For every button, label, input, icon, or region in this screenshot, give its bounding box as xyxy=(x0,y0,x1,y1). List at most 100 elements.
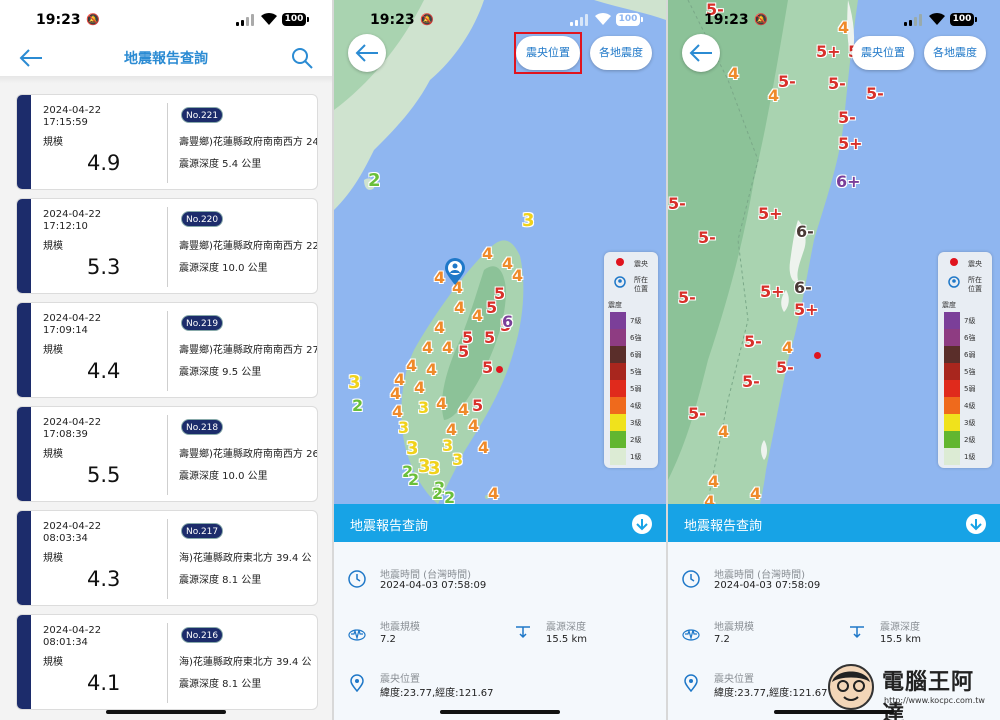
intensity-swatch xyxy=(610,431,626,448)
wifi-icon xyxy=(595,12,611,25)
intensity-label: 5- xyxy=(744,332,762,351)
status-bar: 19:23 🔕 100 xyxy=(668,0,1000,40)
epicenter-dot-icon xyxy=(950,258,958,266)
intensity-level-label: 7級 xyxy=(630,317,642,325)
intensity-level-label: 5弱 xyxy=(630,385,642,393)
magnitude-label: 規模 xyxy=(43,345,63,356)
home-indicator xyxy=(106,710,226,714)
comparison-screenshot: 19:23 🔕 100 地震報告查詢 2024-04-22 17:15:59 規模… xyxy=(0,0,1000,720)
intensity-label: 6 xyxy=(502,312,514,331)
intensity-level-label: 5弱 xyxy=(964,385,976,393)
intensity-swatch xyxy=(944,346,960,363)
intensity-label: 5- xyxy=(742,372,760,391)
intensity-label: 5- xyxy=(668,194,686,213)
collapse-down-icon[interactable] xyxy=(966,514,986,534)
regional-intensity-button[interactable]: 各地震度 xyxy=(590,36,652,70)
magnitude-value: 5.3 xyxy=(87,255,121,279)
mute-bell-icon: 🔕 xyxy=(754,13,768,26)
report-sheet-header: 地震報告查詢 xyxy=(334,504,666,542)
intensity-label: 3 xyxy=(418,398,430,417)
intensity-label: 4 xyxy=(468,416,480,435)
user-location-icon xyxy=(614,276,626,288)
report-number-badge: No.221 xyxy=(181,107,224,123)
intensity-swatch xyxy=(610,363,626,380)
intensity-swatch xyxy=(610,448,626,465)
intensity-swatch xyxy=(944,363,960,380)
intensity-label: 5+ xyxy=(794,300,819,319)
watermark-url: http://www.kocpc.com.tw xyxy=(884,696,985,705)
cell-signal-icon xyxy=(570,14,590,26)
report-number-badge: No.219 xyxy=(181,315,224,331)
intensity-swatch xyxy=(610,397,626,414)
depth-value: 15.5 km xyxy=(880,634,921,645)
intensity-swatch xyxy=(944,380,960,397)
intensity-legend: 震央 所在位置 震度 7級 6強 6弱 5強 5弱 4級 3級 2級 1級 xyxy=(604,252,658,468)
epicenter-marker xyxy=(496,366,503,373)
intensity-label: 4 xyxy=(728,64,740,83)
intensity-label: 4 xyxy=(446,420,458,439)
magnitude-value: 7.2 xyxy=(714,634,730,645)
user-location-icon xyxy=(948,276,960,288)
intensity-label: 6- xyxy=(794,278,812,297)
magnitude-label: 規模 xyxy=(43,241,63,252)
intensity-label: 5- xyxy=(866,84,884,103)
intensity-level-label: 4級 xyxy=(630,402,642,410)
report-number-badge: No.217 xyxy=(181,523,224,539)
intensity-label: 4 xyxy=(472,306,484,325)
report-card[interactable]: 2024-04-22 17:09:14 規模 4.4 No.219 壽豐鄉)花蓮縣政府南… xyxy=(16,302,318,398)
magnitude-label: 規模 xyxy=(43,449,63,460)
report-location: 壽豐鄉)花蓮縣政府南南西方 26.8 xyxy=(179,449,318,460)
app-bar: 地震報告查詢 xyxy=(0,40,332,76)
report-datetime: 2024-04-22 17:15:59 xyxy=(43,105,102,128)
intensity-label: 5+ xyxy=(838,134,863,153)
intensity-swatch xyxy=(944,329,960,346)
report-datetime: 2024-04-22 17:08:39 xyxy=(43,417,102,440)
search-icon[interactable] xyxy=(290,46,314,70)
epicenter-value: 緯度:23.77,經度:121.67 xyxy=(714,688,828,699)
report-number-badge: No.216 xyxy=(181,627,224,643)
battery-icon: 100 xyxy=(950,13,974,26)
report-card[interactable]: 2024-04-22 08:03:34 規模 4.3 No.217 海)花蓮縣政府東北方… xyxy=(16,510,318,606)
magnitude-label: 地震規模 xyxy=(714,622,754,633)
watermark-text: 電腦王阿達 xyxy=(882,670,975,720)
report-depth: 震源深度 10.0 公里 xyxy=(179,471,268,482)
card-stripe xyxy=(17,95,31,189)
intensity-label: 3 xyxy=(522,210,535,231)
epicenter-label: 震央位置 xyxy=(380,674,420,685)
intensity-label: 5- xyxy=(828,74,846,93)
intensity-label: 4 xyxy=(422,338,434,357)
report-location: 海)花蓮縣政府東北方 39.4 公 xyxy=(179,553,312,564)
status-bar: 19:23 🔕 100 xyxy=(334,0,666,40)
wifi-icon xyxy=(929,12,945,25)
report-datetime: 2024-04-22 08:01:34 xyxy=(43,625,102,648)
epicenter-value: 緯度:23.77,經度:121.67 xyxy=(380,688,494,699)
magnitude-label: 規模 xyxy=(43,137,63,148)
intensity-level-label: 2級 xyxy=(630,436,642,444)
magnitude-value: 4.9 xyxy=(87,151,121,175)
report-card[interactable]: 2024-04-22 08:01:34 規模 4.1 No.216 海)花蓮縣政府東北方… xyxy=(16,614,318,710)
report-card[interactable]: 2024-04-22 17:08:39 規模 5.5 No.218 壽豐鄉)花蓮縣政府南… xyxy=(16,406,318,502)
epicenter-location-button[interactable]: 震央位置 xyxy=(852,36,914,70)
seismograph-icon xyxy=(682,628,700,641)
report-location: 壽豐鄉)花蓮縣政府南南西方 27.6 xyxy=(179,345,318,356)
epicenter-dot-icon xyxy=(616,258,624,266)
collapse-down-icon[interactable] xyxy=(632,514,652,534)
intensity-label: 4 xyxy=(782,338,794,357)
legend-location-label: 所在位置 xyxy=(634,276,648,293)
report-card[interactable]: 2024-04-22 17:12:10 規模 5.3 No.220 壽豐鄉)花蓮縣政府南… xyxy=(16,198,318,294)
report-number-badge: No.220 xyxy=(181,211,224,227)
intensity-level-label: 4級 xyxy=(964,402,976,410)
intensity-level-label: 6強 xyxy=(630,334,642,342)
intensity-swatch xyxy=(944,448,960,465)
report-number-badge: No.218 xyxy=(181,419,224,435)
legend-location-label: 所在位置 xyxy=(968,276,982,293)
report-depth: 震源深度 8.1 公里 xyxy=(179,575,262,586)
intensity-swatch xyxy=(944,431,960,448)
depth-icon xyxy=(850,626,864,639)
report-card[interactable]: 2024-04-22 17:15:59 規模 4.9 No.221 壽豐鄉)花蓮縣政府南… xyxy=(16,94,318,190)
intensity-label: 4 xyxy=(426,360,438,379)
intensity-swatch xyxy=(610,346,626,363)
regional-intensity-button[interactable]: 各地震度 xyxy=(924,36,986,70)
intensity-label: 4 xyxy=(718,422,730,441)
intensity-label: 3 xyxy=(348,372,361,393)
